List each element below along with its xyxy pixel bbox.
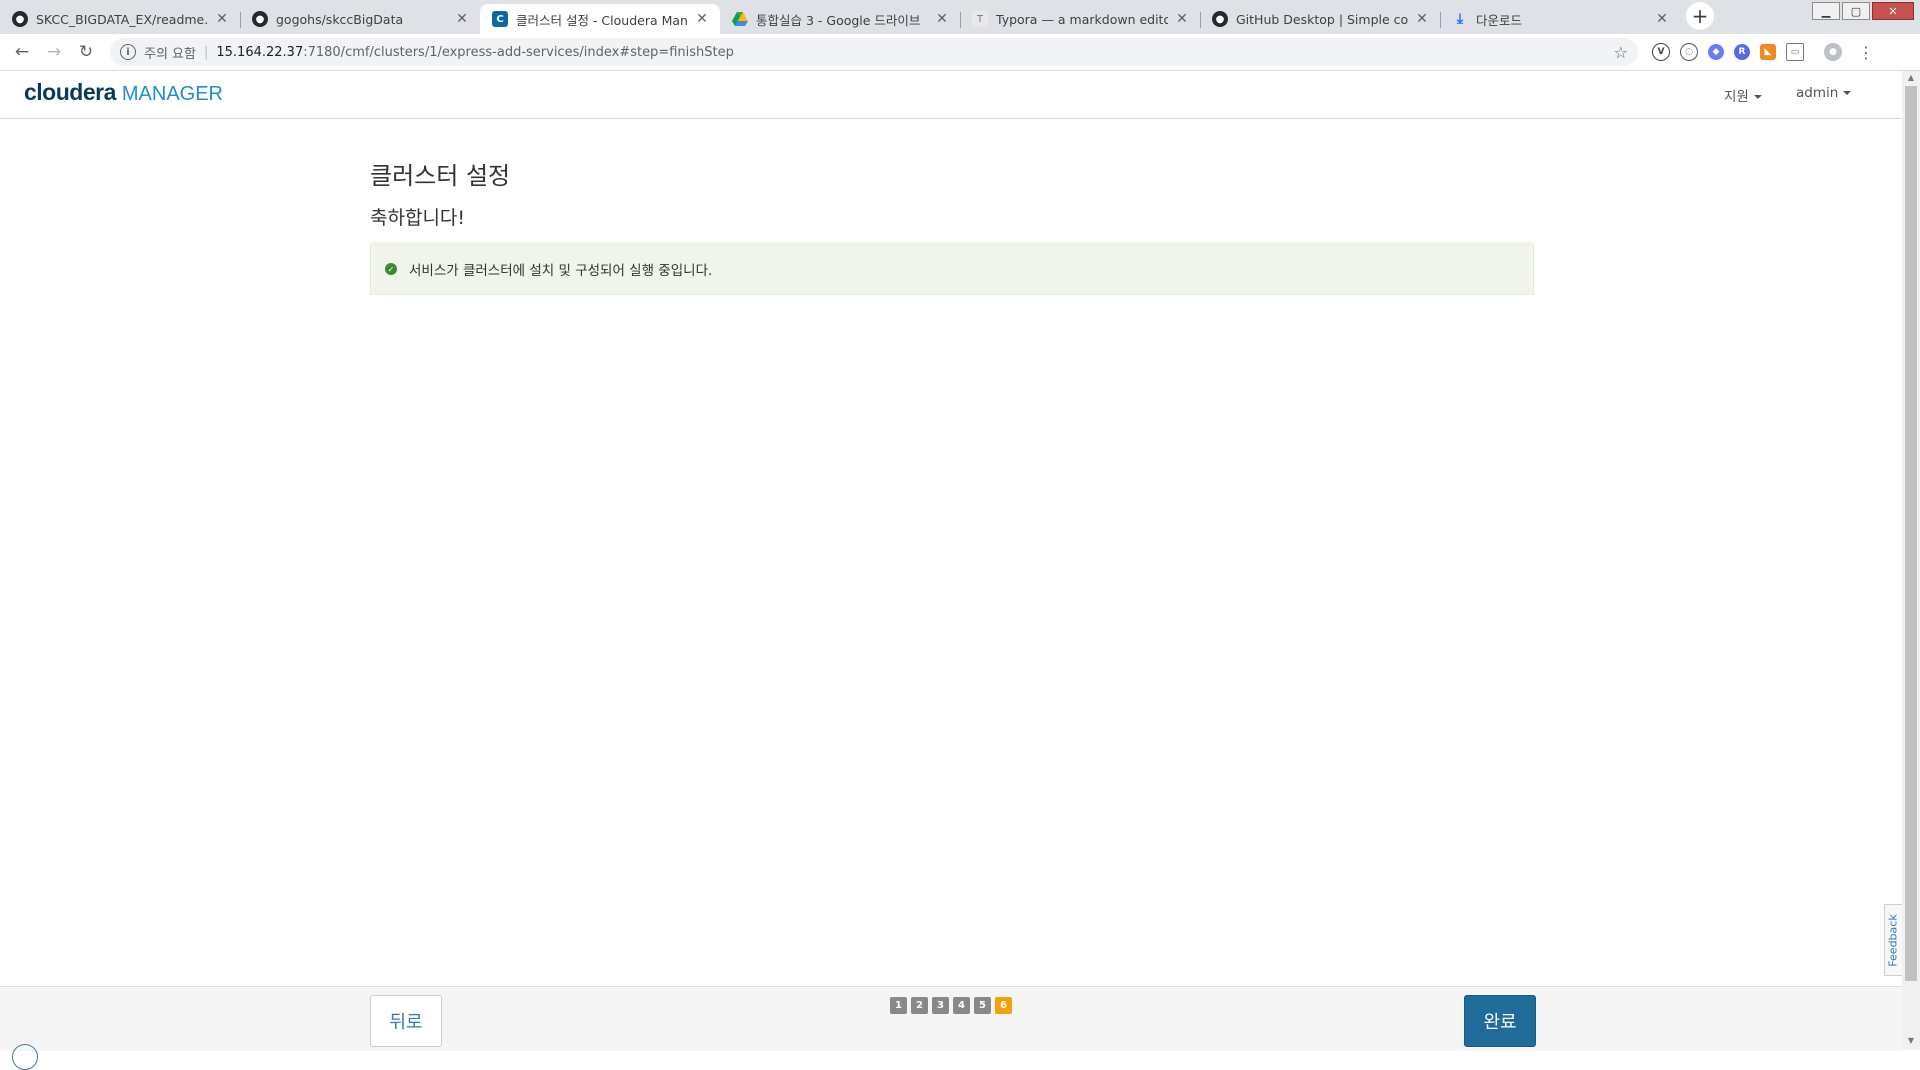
- download-icon: ⤓: [1456, 11, 1464, 27]
- browser-tab[interactable]: ⤓ 다운로드 ✕: [1440, 4, 1680, 34]
- browser-tab[interactable]: ● SKCC_BIGDATA_EX/readme.md a ✕: [0, 4, 240, 34]
- github-icon: ●: [1212, 11, 1228, 27]
- caret-down-icon: [1753, 95, 1762, 99]
- close-icon[interactable]: ✕: [454, 11, 470, 27]
- browser-tab[interactable]: 통합실습 3 - Google 드라이브 ✕: [720, 4, 960, 34]
- caret-down-icon: [1843, 91, 1852, 95]
- scrollbar-thumb[interactable]: [1905, 86, 1917, 981]
- step-6-current: 6: [995, 997, 1012, 1014]
- profile-avatar-icon[interactable]: ●: [1824, 43, 1842, 61]
- reload-icon[interactable]: ↻: [70, 42, 102, 62]
- minimize-button[interactable]: ▁: [1812, 2, 1840, 20]
- step-4: 4: [953, 997, 970, 1014]
- user-menu[interactable]: admin: [1796, 85, 1852, 101]
- tab-title: Typora — a markdown editor, m: [996, 11, 1168, 27]
- typora-icon: T: [972, 11, 988, 27]
- tab-title: GitHub Desktop | Simple collab: [1236, 11, 1408, 27]
- browser-tab-active[interactable]: C 클러스터 설정 - Cloudera Mana ✕: [480, 4, 720, 34]
- step-5: 5: [974, 997, 991, 1014]
- feedback-label: Feedback: [1887, 913, 1901, 967]
- support-menu-label: 지원: [1724, 89, 1749, 105]
- back-arrow-icon[interactable]: ←: [6, 42, 38, 62]
- close-icon[interactable]: ✕: [934, 11, 950, 27]
- step-2: 2: [911, 997, 928, 1014]
- window-controls: ▁ ▢ ✕: [1812, 2, 1914, 20]
- close-icon[interactable]: ✕: [1174, 11, 1190, 27]
- extension-shield-icon[interactable]: ◆: [1708, 44, 1724, 60]
- tab-title: SKCC_BIGDATA_EX/readme.md a: [36, 11, 208, 27]
- step-1: 1: [890, 997, 907, 1014]
- success-message: 서비스가 클러스터에 설치 및 구성되어 실행 중입니다.: [409, 263, 713, 279]
- cloudera-icon: C: [492, 11, 508, 27]
- divider: |: [203, 44, 209, 60]
- browser-tab-bar: ● SKCC_BIGDATA_EX/readme.md a ✕ ● gogohs…: [0, 0, 1920, 34]
- extension-v-icon[interactable]: V: [1652, 43, 1670, 61]
- extension-fox-icon[interactable]: ◣: [1760, 44, 1776, 60]
- scroll-up-icon[interactable]: ▲: [1905, 73, 1917, 82]
- info-icon[interactable]: i: [120, 44, 136, 60]
- finish-button[interactable]: 완료: [1464, 995, 1536, 1047]
- congrats-heading: 축하합니다!: [370, 207, 466, 229]
- security-status[interactable]: 주의 요함: [144, 43, 196, 62]
- extension-icons: V ◌ ◆ R ◣ ▭ ● ⋮: [1652, 43, 1874, 62]
- maximize-button[interactable]: ▢: [1842, 2, 1870, 20]
- forward-arrow-icon[interactable]: →: [38, 42, 70, 62]
- extension-cast-icon[interactable]: ▭: [1786, 43, 1804, 61]
- success-alert: ✓ 서비스가 클러스터에 설치 및 구성되어 실행 중입니다.: [370, 243, 1534, 295]
- user-menu-label: admin: [1796, 85, 1839, 101]
- step-3: 3: [932, 997, 949, 1014]
- main-content: 클러스터 설정 축하합니다! ✓ 서비스가 클러스터에 설치 및 구성되어 실행…: [370, 118, 1534, 295]
- browser-tab[interactable]: T Typora — a markdown editor, m ✕: [960, 4, 1200, 34]
- page-title: 클러스터 설정: [370, 162, 511, 190]
- browser-tab[interactable]: ● gogohs/skccBigData ✕: [240, 4, 480, 34]
- extension-badge-icon[interactable]: R: [1734, 44, 1750, 60]
- github-icon: ●: [252, 11, 268, 27]
- tab-title: gogohs/skccBigData: [276, 11, 404, 27]
- scroll-down-icon[interactable]: ▼: [1905, 1036, 1917, 1045]
- new-tab-button[interactable]: +: [1686, 2, 1714, 30]
- close-icon[interactable]: ✕: [214, 11, 230, 27]
- url-field[interactable]: i 주의 요함 | 15.164.22.37:7180/cmf/clusters…: [110, 38, 1638, 66]
- github-icon: ●: [12, 11, 28, 27]
- bookmark-star-icon[interactable]: ☆: [1614, 43, 1628, 62]
- help-circle-icon[interactable]: [12, 1044, 38, 1070]
- extension-loop-icon[interactable]: ◌: [1680, 43, 1698, 61]
- app-header: cloudera MANAGER 지원 admin: [0, 71, 1902, 119]
- tab-title: 클러스터 설정 - Cloudera Mana: [516, 12, 688, 28]
- google-drive-icon: [732, 11, 748, 27]
- back-button[interactable]: 뒤로: [370, 995, 442, 1047]
- tab-title: 통합실습 3 - Google 드라이브: [756, 12, 921, 28]
- url-path: :7180/cmf/clusters/1/express-add-service…: [303, 44, 734, 60]
- wizard-footer: 뒤로 1 2 3 4 5 6 완료: [0, 986, 1902, 1051]
- check-circle-icon: ✓: [385, 263, 397, 275]
- feedback-tab[interactable]: Feedback: [1884, 904, 1902, 976]
- logo-main-text: cloudera: [24, 79, 116, 105]
- logo-sub-text: MANAGER: [121, 83, 223, 105]
- close-icon[interactable]: ✕: [1654, 11, 1670, 27]
- close-icon[interactable]: ✕: [1414, 11, 1430, 27]
- url-host: 15.164.22.37: [216, 44, 304, 60]
- support-menu[interactable]: 지원: [1724, 85, 1762, 105]
- browser-menu-icon[interactable]: ⋮: [1858, 43, 1874, 62]
- close-icon[interactable]: ✕: [694, 11, 710, 27]
- tab-title: 다운로드: [1476, 12, 1523, 28]
- window-close-button[interactable]: ✕: [1872, 2, 1914, 20]
- browser-tab[interactable]: ● GitHub Desktop | Simple collab ✕: [1200, 4, 1440, 34]
- cloudera-manager-logo[interactable]: cloudera MANAGER: [24, 79, 223, 106]
- address-bar: ← → ↻ i 주의 요함 | 15.164.22.37:7180/cmf/cl…: [0, 34, 1920, 71]
- step-indicator: 1 2 3 4 5 6: [890, 997, 1012, 1014]
